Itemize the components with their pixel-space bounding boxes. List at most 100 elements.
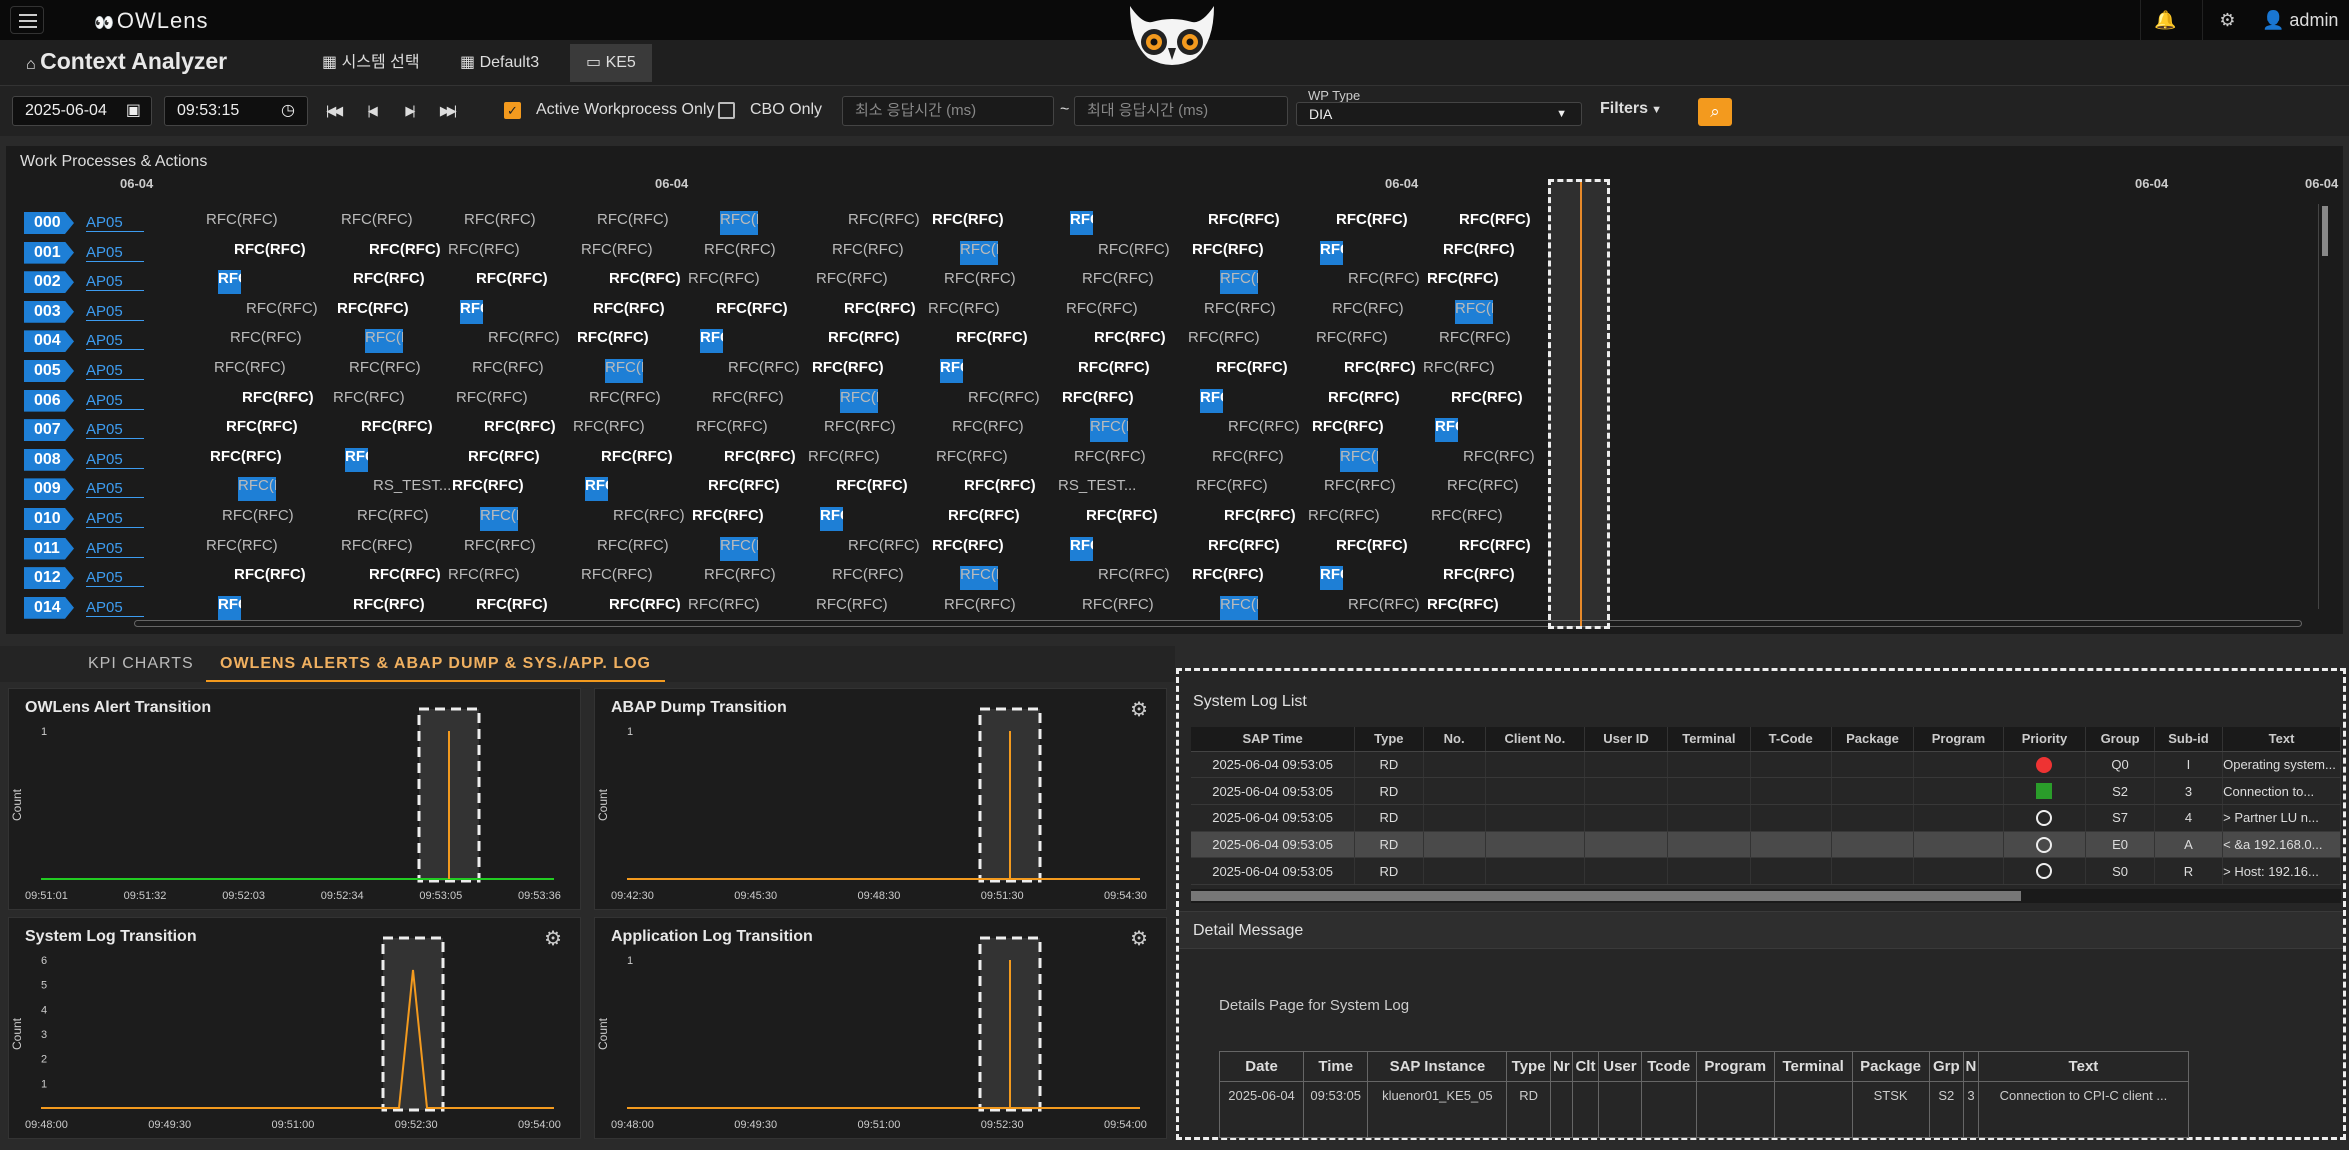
action-block[interactable]: RFC(RFC) xyxy=(1427,596,1519,620)
action-block[interactable]: RFC(RFC) xyxy=(452,477,544,501)
action-block[interactable]: RFC(RFC) xyxy=(940,358,963,383)
action-block[interactable]: RFC(RFC) xyxy=(1328,389,1468,413)
action-block[interactable]: RFC(RFC) xyxy=(944,596,1072,620)
action-block[interactable]: RFC(RFC) xyxy=(820,506,843,531)
action-block[interactable]: RFC(RFC) xyxy=(1196,477,1300,501)
action-block[interactable]: RFC(RFC) xyxy=(1324,477,1452,501)
workprocess-row[interactable]: 011 AP05 RFC(RFC) RFC(RFC) RFC(RFC) RFC(RFC) R… xyxy=(18,534,2338,564)
bell-icon[interactable]: 🔔 xyxy=(2140,0,2190,40)
action-block[interactable]: RFC(RFC) xyxy=(1308,507,1388,531)
workprocess-id-badge[interactable]: 003 xyxy=(24,300,74,323)
action-block[interactable]: RFC(RFC) xyxy=(1192,566,1284,590)
action-block[interactable]: RFC(RFC) xyxy=(1312,418,1404,442)
instance-link[interactable]: AP05 xyxy=(86,362,144,380)
action-block[interactable]: RFC(RFC) xyxy=(218,270,241,295)
action-block[interactable]: RFC(RFC) xyxy=(1427,270,1519,294)
instance-link[interactable]: AP05 xyxy=(86,569,144,588)
instance-link[interactable]: AP05 xyxy=(86,480,144,499)
brand-logo[interactable]: 👀OWLens xyxy=(94,8,209,34)
step-back-icon[interactable]: |◀ xyxy=(356,96,386,126)
table-row[interactable]: 2025-06-04 09:53:05 RD S7 4 > Partner LU n..… xyxy=(1191,804,2341,832)
workprocess-row[interactable]: 008 AP05 RFC(RFC) RFC(RFC) RFC(RFC) RFC(RFC) R… xyxy=(18,445,2338,475)
action-block[interactable]: RFC(RFC) xyxy=(341,537,445,561)
instance-link[interactable]: AP05 xyxy=(86,451,144,469)
settings-icon[interactable]: ⚙ xyxy=(2202,0,2252,40)
workprocess-row[interactable]: 009 AP05 RFC(RFC) RS_TEST... RFC(RFC) RFC(RFC… xyxy=(18,474,2338,504)
instance-link[interactable]: AP05 xyxy=(86,421,144,440)
workprocess-row[interactable]: 012 AP05 RFC(RFC) RFC(RFC) RFC(RFC) RFC(RFC) R… xyxy=(18,563,2338,593)
action-block[interactable]: RFC(RFC) xyxy=(1204,300,1332,324)
action-block[interactable]: RFC(RFC) xyxy=(1082,270,1234,294)
action-block[interactable]: RFC(RFC) xyxy=(464,537,592,561)
workprocess-id-badge[interactable]: 008 xyxy=(24,448,74,471)
action-block[interactable]: RFC(RFC) xyxy=(206,537,286,561)
action-block[interactable]: RFC(RFC) xyxy=(696,418,800,442)
action-block[interactable]: RFC(RFC) xyxy=(353,270,493,294)
column-header[interactable]: User ID xyxy=(1584,727,1668,752)
action-block[interactable]: RS_TEST... xyxy=(1058,477,1138,501)
horizontal-scrollbar[interactable] xyxy=(134,620,2302,627)
instance-link[interactable]: AP05 xyxy=(86,273,144,292)
workprocess-id-badge[interactable]: 014 xyxy=(24,596,74,619)
action-block[interactable]: RFC(RFC) xyxy=(960,240,998,265)
action-block[interactable]: RFC(RFC) xyxy=(1070,536,1093,561)
action-block[interactable]: RFC(RFC) xyxy=(1340,447,1378,472)
active-workprocess-checkbox[interactable]: ✓ xyxy=(504,102,521,119)
action-block[interactable]: RFC(RFC) xyxy=(932,537,1024,561)
column-header[interactable]: Program xyxy=(1913,727,2004,752)
wp-type-select[interactable]: DIA ▼ xyxy=(1296,102,1582,126)
action-block[interactable]: RFC(RFC) xyxy=(840,388,878,413)
action-block[interactable]: RFC(RFC) xyxy=(218,595,241,620)
column-header[interactable]: SAP Time xyxy=(1191,727,1356,752)
column-header[interactable]: Terminal xyxy=(1667,727,1751,752)
action-block[interactable]: RFC(RFC) xyxy=(808,448,888,472)
action-block[interactable]: RFC(RFC) xyxy=(688,270,768,294)
workprocess-id-badge[interactable]: 002 xyxy=(24,271,74,294)
action-block[interactable]: RFC(RFC) xyxy=(206,211,286,235)
action-block[interactable]: RFC(RFC) xyxy=(1082,596,1234,620)
menu-icon[interactable] xyxy=(10,6,44,34)
search-button[interactable]: ⌕ xyxy=(1698,98,1732,126)
action-block[interactable]: RFC(RFC) xyxy=(688,596,768,620)
column-header[interactable]: Client No. xyxy=(1485,727,1586,752)
action-block[interactable]: RFC(RFC) xyxy=(700,329,723,354)
workprocess-row[interactable]: 000 AP05 RFC(RFC) RFC(RFC) RFC(RFC) RFC(RFC) R… xyxy=(18,208,2338,238)
action-block[interactable]: RFC(RFC) xyxy=(1455,299,1493,324)
table-row[interactable]: 2025-06-04 09:53:05 RD S0 R > Host: 192.16..… xyxy=(1191,857,2341,885)
workprocess-id-badge[interactable]: 001 xyxy=(24,241,74,264)
table-row[interactable]: 2025-06-04 09:53:05 kluenor01_KE5_05 RD … xyxy=(1219,1081,2189,1138)
action-block[interactable]: RFC(RFC) xyxy=(960,566,998,591)
tab-system-select[interactable]: ▦ 시스템 선택 xyxy=(306,44,436,82)
action-block[interactable]: RFC(RFC) xyxy=(460,299,483,324)
action-block[interactable]: RFC(RFC) xyxy=(1188,329,1268,353)
action-block[interactable]: RFC(RFC) xyxy=(824,418,952,442)
action-block[interactable]: RFC(RFC) xyxy=(828,329,968,353)
instance-link[interactable]: AP05 xyxy=(86,214,144,232)
workprocess-id-badge[interactable]: 009 xyxy=(24,478,74,501)
tab-alerts-logs[interactable]: OWLENS ALERTS & ABAP DUMP & SYS./APP. LO… xyxy=(206,646,665,682)
action-block[interactable]: RFC(RFC) xyxy=(704,241,832,265)
workprocess-row[interactable]: 002 AP05 RFC(RFC) RFC(RFC) RFC(RFC) RFC(RFC) R… xyxy=(18,267,2338,297)
action-block[interactable]: RFC(RFC) xyxy=(936,448,1040,472)
action-block[interactable]: RFC(RFC) xyxy=(932,211,1024,235)
table-row[interactable]: 2025-06-04 09:53:05 RD E0 A < &a 192.168.0..… xyxy=(1191,831,2341,859)
column-header[interactable]: T-Code xyxy=(1750,727,1832,752)
action-block[interactable]: RFC(RFC) xyxy=(593,300,733,324)
action-block[interactable]: RFC(RFC) xyxy=(238,477,276,502)
action-block[interactable]: RFC(RFC) xyxy=(720,211,758,235)
action-block[interactable]: RFC(RFC) xyxy=(472,359,624,383)
workprocess-id-badge[interactable]: 006 xyxy=(24,389,74,412)
action-block[interactable]: RFC(RFC) xyxy=(704,566,832,590)
workprocess-id-badge[interactable]: 011 xyxy=(24,537,74,560)
instance-link[interactable]: AP05 xyxy=(86,303,144,321)
date-input[interactable]: 2025-06-04 ▣ xyxy=(12,96,152,126)
instance-link[interactable]: AP05 xyxy=(86,244,144,262)
action-block[interactable]: RFC(RFC) xyxy=(577,329,669,353)
instance-link[interactable]: AP05 xyxy=(86,392,144,410)
action-block[interactable]: RFC(RFC) xyxy=(353,596,493,620)
action-block[interactable]: RFC(RFC) xyxy=(605,358,643,383)
workprocess-id-badge[interactable]: 012 xyxy=(24,567,74,590)
workprocess-row[interactable]: 006 AP05 RFC(RFC) RFC(RFC) RFC(RFC) RFC(RFC) R… xyxy=(18,386,2338,416)
action-block[interactable]: RFC(RFC) xyxy=(345,447,368,472)
action-block[interactable]: RFC(RFC) xyxy=(812,359,904,383)
